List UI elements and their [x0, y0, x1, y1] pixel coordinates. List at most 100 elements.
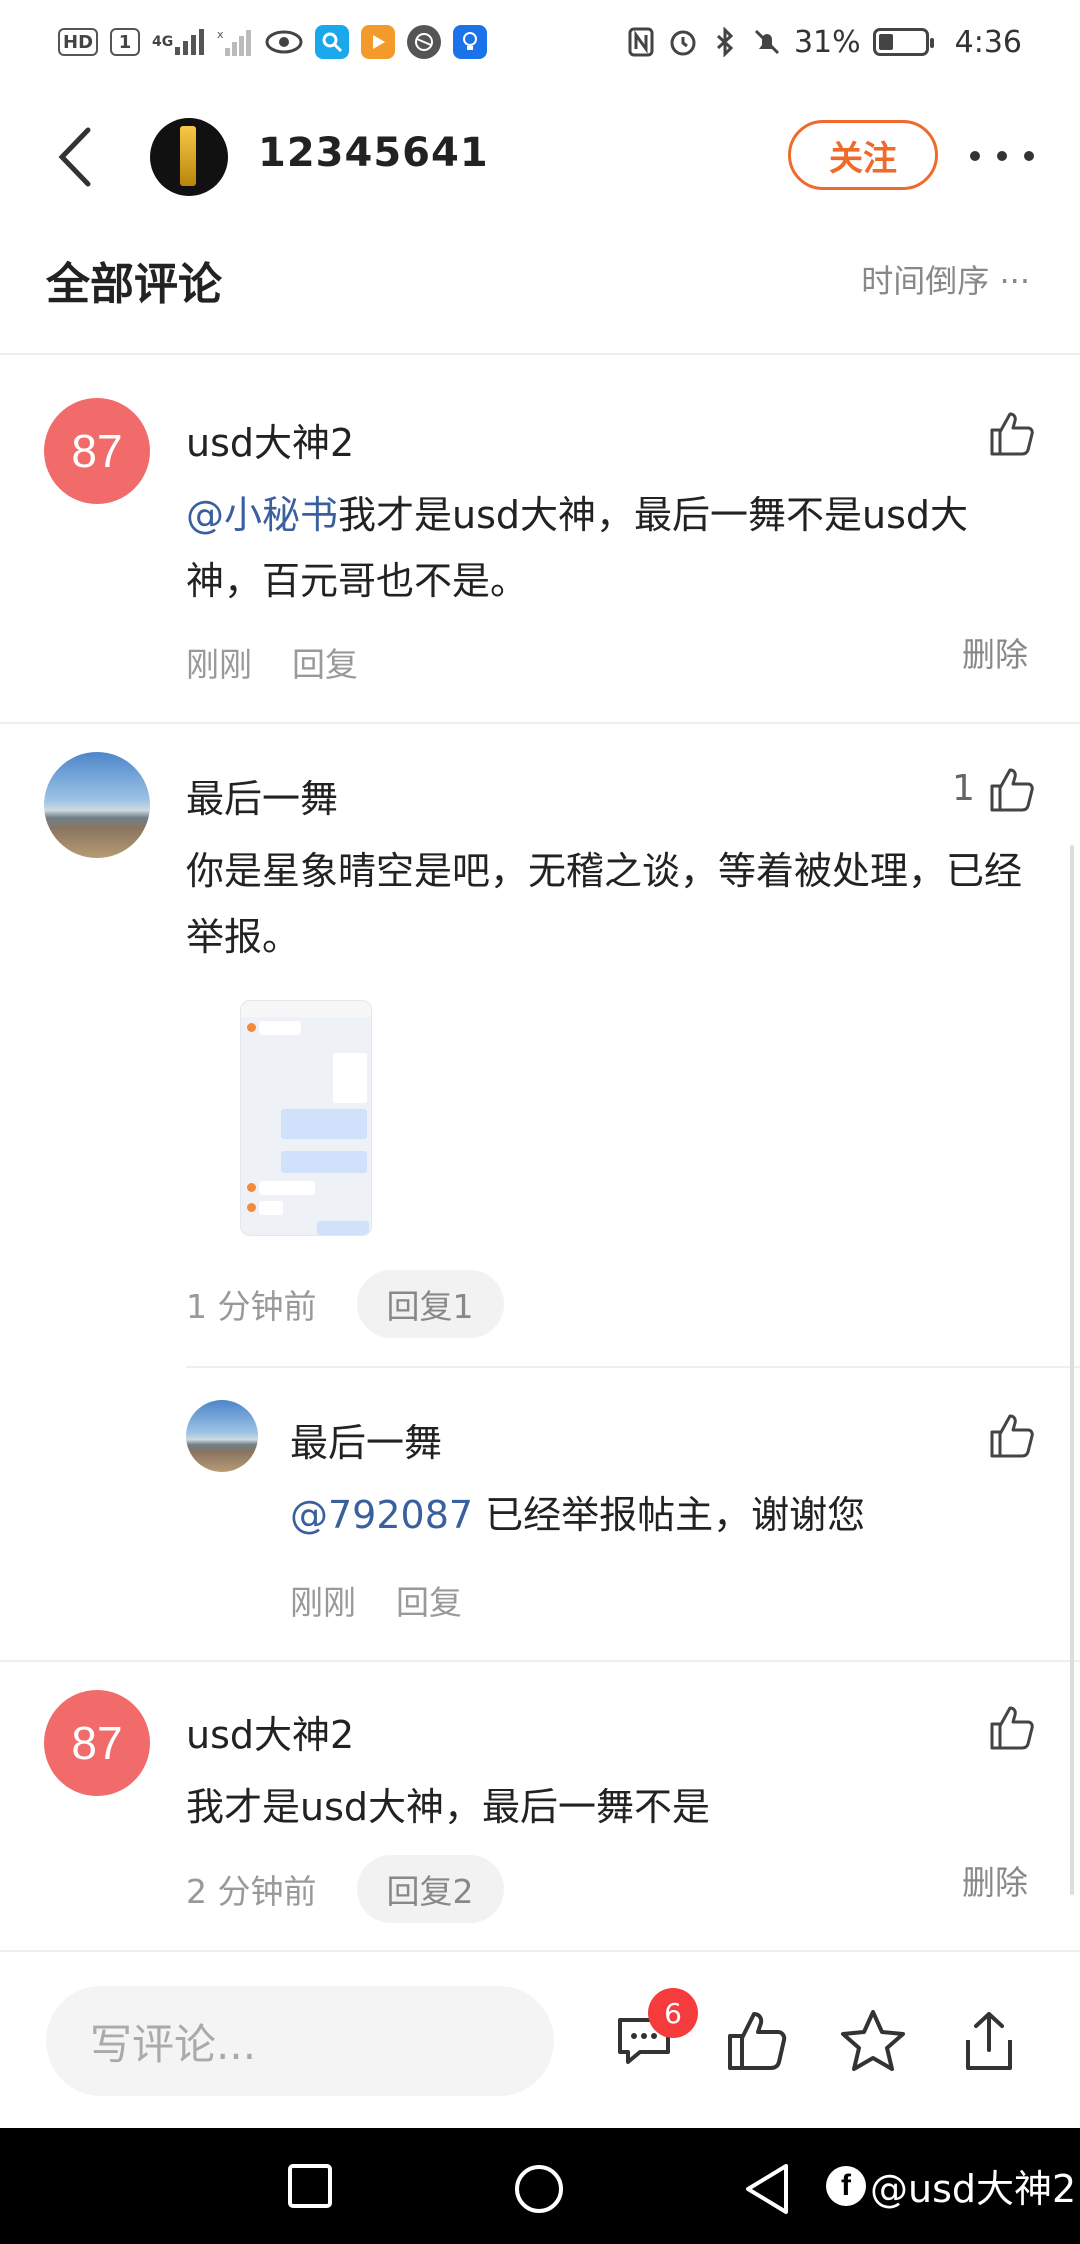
thumbnail-avatar-dot — [247, 1183, 256, 1192]
comment-meta: 1 分钟前 回复1 — [186, 1270, 504, 1338]
bottom-action-bar: 写评论... 6 — [0, 1950, 1080, 2130]
reply-time: 刚刚 — [290, 1583, 356, 1622]
more-dot — [1024, 151, 1034, 161]
comment-author[interactable]: usd大神2 — [186, 412, 354, 467]
author-avatar[interactable] — [150, 118, 228, 196]
hd-icon: HD — [58, 28, 99, 56]
thumbnail-bubble — [281, 1109, 367, 1139]
thumbnail-bubble — [333, 1053, 367, 1103]
reply-text: @792087 已经举报帖主，谢谢您 — [290, 1482, 1030, 1548]
comment-author[interactable]: 最后一舞 — [186, 768, 338, 823]
star-icon — [841, 2010, 905, 2071]
triangle-back-icon — [746, 2164, 788, 2214]
svg-text:x: x — [217, 28, 224, 41]
comment-text: 你是星象晴空是吧，无稽之谈，等着被处理，已经举报。 — [186, 849, 1023, 959]
reply-avatar[interactable] — [186, 1400, 258, 1472]
recents-button[interactable] — [286, 2162, 334, 2214]
signal-off-icon: x — [217, 25, 253, 59]
comment-author[interactable]: usd大神2 — [186, 1704, 354, 1759]
thumbs-up-icon — [990, 412, 1034, 456]
watermark-text: @usd大神2 — [870, 2167, 1077, 2211]
video-app-icon — [361, 25, 396, 59]
signal-label: 4G — [152, 34, 174, 50]
reply-button[interactable]: 回复 — [396, 1576, 462, 1624]
favorite-button[interactable] — [838, 2006, 908, 2076]
aperture-app-icon — [407, 25, 442, 59]
thumbnail-avatar-dot — [247, 1203, 256, 1212]
comment-time: 1 分钟前 — [186, 1287, 317, 1326]
attached-screenshot-thumbnail[interactable] — [240, 1000, 372, 1236]
status-bar: HD 1 4G x 31% 4:36 — [0, 0, 1080, 84]
sort-selector[interactable]: 时间倒序 ··· — [861, 256, 1030, 302]
thumbnail-header — [241, 1001, 371, 1017]
commenter-avatar[interactable] — [44, 752, 150, 858]
author-name[interactable]: 12345641 — [258, 130, 489, 176]
sim-label: 1 — [118, 31, 132, 53]
more-options-button[interactable] — [970, 136, 1034, 176]
thumbs-up-icon — [990, 768, 1034, 812]
home-button[interactable] — [512, 2162, 566, 2220]
comment-input[interactable]: 写评论... — [46, 1986, 554, 2096]
delete-button[interactable]: 删除 — [962, 628, 1028, 676]
like-button[interactable] — [986, 1702, 1038, 1754]
follow-button[interactable]: 关注 — [788, 120, 938, 190]
alarm-icon — [668, 25, 698, 59]
comment-text: 我才是usd大神，最后一舞不是 — [186, 1785, 711, 1829]
nfc-icon — [626, 25, 656, 59]
comment-meta: 刚刚 回复 — [186, 638, 358, 686]
sim-icon: 1 — [110, 28, 141, 56]
thumbs-up-icon — [990, 1414, 1034, 1458]
section-title: 全部评论 — [46, 259, 222, 310]
thumbnail-bubble — [281, 1151, 367, 1173]
thumbs-up-icon — [728, 2012, 787, 2070]
facebook-logo-icon: f — [826, 2165, 866, 2206]
more-dot — [970, 151, 980, 161]
reply-button[interactable]: 回复 — [292, 638, 358, 686]
divider — [0, 1660, 1080, 1662]
battery-level — [878, 34, 893, 50]
thumbnail-bubble — [259, 1021, 301, 1035]
share-button[interactable] — [954, 2006, 1024, 2076]
share-icon — [966, 2012, 1012, 2070]
like-button[interactable] — [986, 1410, 1038, 1462]
battery-percent: 31% — [793, 24, 861, 60]
comment-text: @小秘书我才是usd大神，最后一舞不是usd大神，百元哥也不是。 — [186, 482, 1026, 614]
delete-button[interactable]: 删除 — [962, 1856, 1028, 1904]
circle-icon — [515, 2165, 563, 2213]
like-button[interactable] — [986, 764, 1038, 816]
view-replies-button[interactable]: 回复2 — [356, 1855, 504, 1923]
like-post-button[interactable] — [722, 2006, 792, 2076]
comment-meta: 2 分钟前 回复2 — [186, 1855, 504, 1923]
divider — [186, 1366, 1080, 1368]
ellipsis-icon: ··· — [999, 262, 1030, 300]
chevron-left-icon — [58, 127, 91, 187]
thumbnail-avatar-dot — [247, 1023, 256, 1032]
battery-icon — [872, 28, 934, 56]
reply-author[interactable]: 最后一舞 — [290, 1412, 442, 1467]
thumbs-up-icon — [990, 1706, 1034, 1750]
mention-link[interactable]: @792087 — [290, 1493, 473, 1537]
comment-input-placeholder: 写评论... — [90, 2019, 257, 2069]
reply-meta: 刚刚 回复 — [290, 1576, 462, 1624]
bulb-app-icon — [453, 25, 488, 59]
commenter-avatar[interactable]: 87 — [44, 398, 150, 504]
mention-link[interactable]: @小秘书 — [186, 493, 338, 537]
comments-section-header: 全部评论 时间倒序 ··· — [0, 230, 1080, 355]
divider — [0, 722, 1080, 724]
avatar-glow — [180, 126, 196, 186]
back-button[interactable] — [50, 122, 110, 192]
scrollbar[interactable] — [1070, 845, 1074, 1895]
system-nav-bar: f @usd大神2 — [0, 2128, 1080, 2244]
bluetooth-icon — [710, 25, 740, 59]
comment-time: 2 分钟前 — [186, 1872, 317, 1911]
like-button[interactable] — [986, 408, 1038, 460]
thumbnail-bubble — [317, 1221, 369, 1235]
search-app-icon — [315, 25, 350, 59]
commenter-avatar[interactable]: 87 — [44, 1690, 150, 1796]
back-nav-button[interactable] — [742, 2162, 792, 2220]
view-replies-button[interactable]: 回复1 — [356, 1270, 504, 1338]
watermark: f @usd大神2 — [826, 2158, 1076, 2213]
thumbnail-bubble — [259, 1181, 315, 1195]
status-right: 31% 4:36 — [626, 25, 1022, 60]
reply-body: 已经举报帖主，谢谢您 — [473, 1493, 866, 1537]
